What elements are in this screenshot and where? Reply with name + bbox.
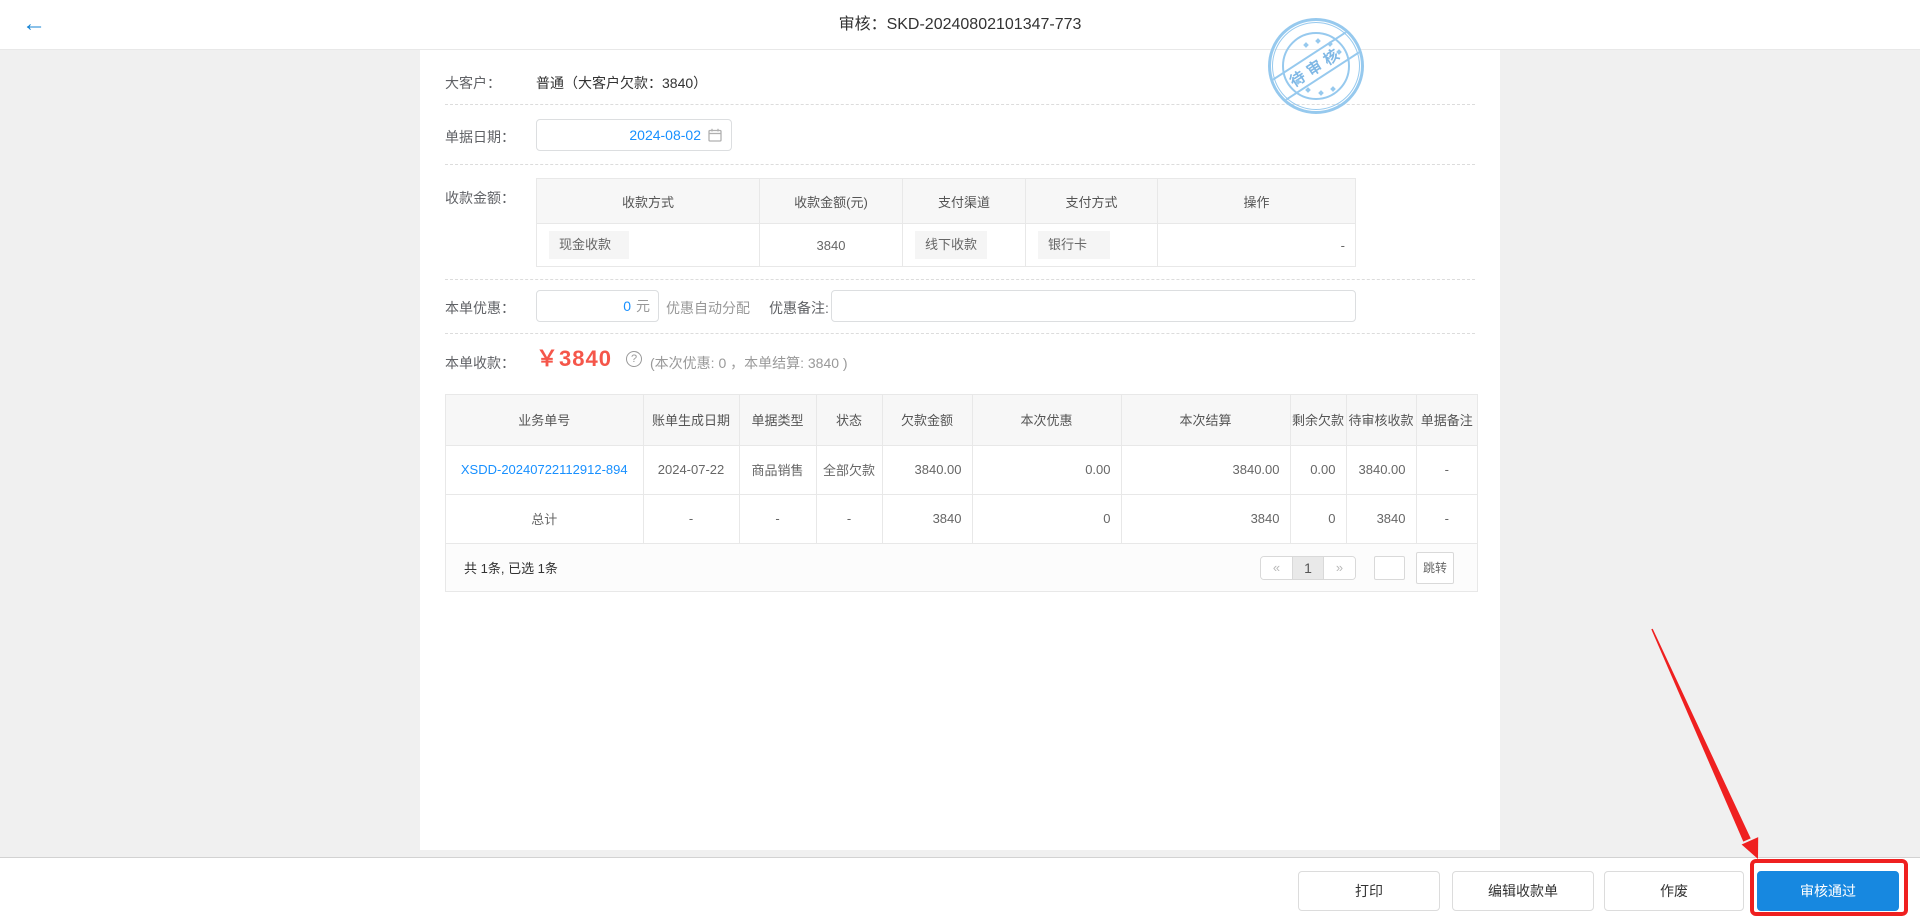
doc-date-label: 单据日期： [445,127,515,147]
header-bar: ← 审核：SKD-20240802101347-773 [0,0,1920,50]
cell: - [816,494,882,543]
order-number-link[interactable]: XSDD-20240722112912-894 [461,462,628,477]
col-header: 账单生成日期 [643,395,739,445]
cell: - [643,494,739,543]
col-header: 剩余欠款 [1290,395,1346,445]
divider [445,279,1475,280]
cell-settle: 3840.00 [1121,445,1290,494]
selection-summary: 共 1条, 已选 1条 [464,558,558,577]
question-circle-icon[interactable]: ? [626,351,642,367]
divider [445,104,1475,105]
payment-table-row: 现金收款 3840 线下收款 银行卡 - [537,224,1356,267]
pagination: « 1 » 跳转 [1260,552,1454,584]
cell-debt: 3840.00 [882,445,972,494]
payment-operation-cell: - [1158,224,1356,267]
discount-input[interactable]: 0 元 [536,290,659,322]
doc-date-value: 2024-08-02 [629,127,701,143]
document-panel: 大客户： 普通（大客户欠款：3840） 单据日期： 2024-08-02 收款金… [420,50,1500,850]
payment-method-field: 现金收款 [549,231,629,259]
cell: 3840 [1346,494,1416,543]
cell-remark: - [1416,445,1477,494]
print-button[interactable]: 打印 [1298,871,1440,911]
cell: - [1416,494,1477,543]
customer-label: 大客户： [445,73,501,93]
approve-button[interactable]: 审核通过 [1757,871,1899,911]
discount-label: 本单优惠： [445,298,515,318]
doc-date-input[interactable]: 2024-08-02 [536,119,732,151]
col-header: 收款方式 [537,179,760,224]
discount-unit: 元 [636,296,650,316]
table-row: XSDD-20240722112912-894 2024-07-22 商品销售 … [446,445,1477,494]
page-jump-button[interactable]: 跳转 [1416,552,1454,584]
cell-discount: 0.00 [972,445,1121,494]
current-page[interactable]: 1 [1292,557,1324,579]
col-header: 本次结算 [1121,395,1290,445]
discount-remark-label: 优惠备注: [769,298,829,318]
cell-total-label: 总计 [446,494,643,543]
cell-status: 全部欠款 [816,445,882,494]
col-header: 支付渠道 [903,179,1026,224]
col-header: 业务单号 [446,395,643,445]
discount-value: 0 [623,298,631,314]
cell-doc-type: 商品销售 [739,445,816,494]
col-header: 本次优惠 [972,395,1121,445]
edit-receipt-button[interactable]: 编辑收款单 [1452,871,1594,911]
cell-remaining: 0.00 [1290,445,1346,494]
col-header: 单据备注 [1416,395,1477,445]
receipt-label: 本单收款： [445,353,515,373]
payment-channel-field: 线下收款 [915,231,987,259]
table-footer: 共 1条, 已选 1条 « 1 » 跳转 [446,543,1477,591]
discount-auto-note: 优惠自动分配 [666,298,750,318]
cell-bill-date: 2024-07-22 [643,445,739,494]
payment-table-header-row: 收款方式 收款金额(元) 支付渠道 支付方式 操作 [537,179,1356,224]
cell: 3840 [882,494,972,543]
receipt-detail: (本次优惠: 0 ，本单结算: 3840 ) [650,353,848,373]
receipt-amount: ￥3840 [536,341,612,373]
orders-table: 业务单号 账单生成日期 单据类型 状态 欠款金额 本次优惠 本次结算 剩余欠款 … [445,394,1478,592]
action-bar: 打印 编辑收款单 作废 审核通过 [0,857,1920,919]
col-header: 操作 [1158,179,1356,224]
next-page-button[interactable]: » [1324,557,1355,579]
divider [445,164,1475,165]
page-jump-input[interactable] [1374,556,1405,580]
payment-amount-label: 收款金额： [445,188,515,208]
payment-type-field: 银行卡 [1038,231,1110,259]
cell: 0 [1290,494,1346,543]
payment-amount-value: 3840 [760,224,903,267]
col-header: 待审核收款 [1346,395,1416,445]
col-header: 状态 [816,395,882,445]
payment-method-table: 收款方式 收款金额(元) 支付渠道 支付方式 操作 现金收款 3840 线下收款… [536,178,1356,267]
cell: 0 [972,494,1121,543]
cell-pending: 3840.00 [1346,445,1416,494]
orders-header-row: 业务单号 账单生成日期 单据类型 状态 欠款金额 本次优惠 本次结算 剩余欠款 … [446,395,1477,445]
col-header: 收款金额(元) [760,179,903,224]
customer-value: 普通（大客户欠款：3840） [536,73,707,93]
cell: - [739,494,816,543]
page-title: 审核：SKD-20240802101347-773 [0,0,1920,50]
prev-page-button[interactable]: « [1261,557,1292,579]
pagination-group: « 1 » [1260,556,1356,580]
col-header: 支付方式 [1026,179,1158,224]
col-header: 欠款金额 [882,395,972,445]
table-total-row: 总计 - - - 3840 0 3840 0 3840 - [446,494,1477,543]
calendar-icon [708,128,722,142]
void-button[interactable]: 作废 [1604,871,1744,911]
discount-remark-input[interactable] [831,290,1356,322]
col-header: 单据类型 [739,395,816,445]
divider [445,333,1475,334]
cell: 3840 [1121,494,1290,543]
